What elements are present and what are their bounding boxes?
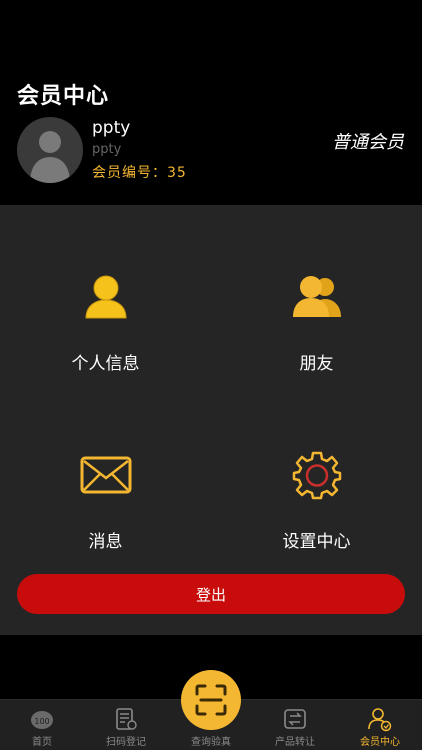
home-icon: 100 xyxy=(31,711,53,729)
tab-scan-register[interactable]: 扫码登记 xyxy=(84,700,168,750)
menu-item-label: 消息 xyxy=(88,532,123,552)
menu-item-profile[interactable]: 个人信息 xyxy=(0,267,211,374)
header: 会员中心 ppty ppty 会员编号：35 普通会员 xyxy=(0,0,422,205)
scan-icon xyxy=(195,684,227,716)
avatar[interactable] xyxy=(17,117,83,183)
friends-icon xyxy=(292,276,341,317)
menu-panel: 个人信息 朋友 消息 设置中心 登出 xyxy=(0,205,422,635)
tab-label: 首页 xyxy=(32,737,52,748)
tab-transfer[interactable]: 产品转让 xyxy=(253,700,337,750)
tab-verify-scan-button[interactable] xyxy=(181,670,241,730)
member-number-label: 会员编号： xyxy=(92,165,167,181)
tab-label: 查询验真 xyxy=(191,737,231,748)
tab-home[interactable]: 100 首页 xyxy=(0,700,84,750)
menu-item-settings[interactable]: 设置中心 xyxy=(211,445,422,552)
member-number: 会员编号：35 xyxy=(92,162,187,182)
page-title: 会员中心 xyxy=(17,84,110,109)
tab-label: 产品转让 xyxy=(275,737,315,748)
username: ppty xyxy=(92,118,131,138)
person-icon xyxy=(84,275,127,319)
transfer-icon xyxy=(284,709,306,729)
gear-icon xyxy=(292,451,341,500)
menu-item-friends[interactable]: 朋友 xyxy=(211,267,422,374)
logout-button[interactable]: 登出 xyxy=(17,574,405,614)
menu-item-label: 朋友 xyxy=(299,354,334,374)
menu-item-label: 设置中心 xyxy=(282,532,351,552)
scan-register-icon xyxy=(116,708,137,730)
tab-member-center[interactable]: 会员中心 xyxy=(338,700,422,750)
member-number-value: 35 xyxy=(167,165,187,181)
nickname: ppty xyxy=(92,142,122,157)
menu-item-label: 个人信息 xyxy=(71,354,140,374)
member-level-badge: 普通会员 xyxy=(332,132,404,153)
avatar-person-icon xyxy=(30,131,70,183)
tab-label: 会员中心 xyxy=(360,737,400,748)
envelope-icon xyxy=(80,456,131,494)
svg-text:100: 100 xyxy=(34,717,49,726)
tab-label: 扫码登记 xyxy=(106,737,146,748)
menu-item-messages[interactable]: 消息 xyxy=(0,445,211,552)
member-icon xyxy=(368,708,392,732)
